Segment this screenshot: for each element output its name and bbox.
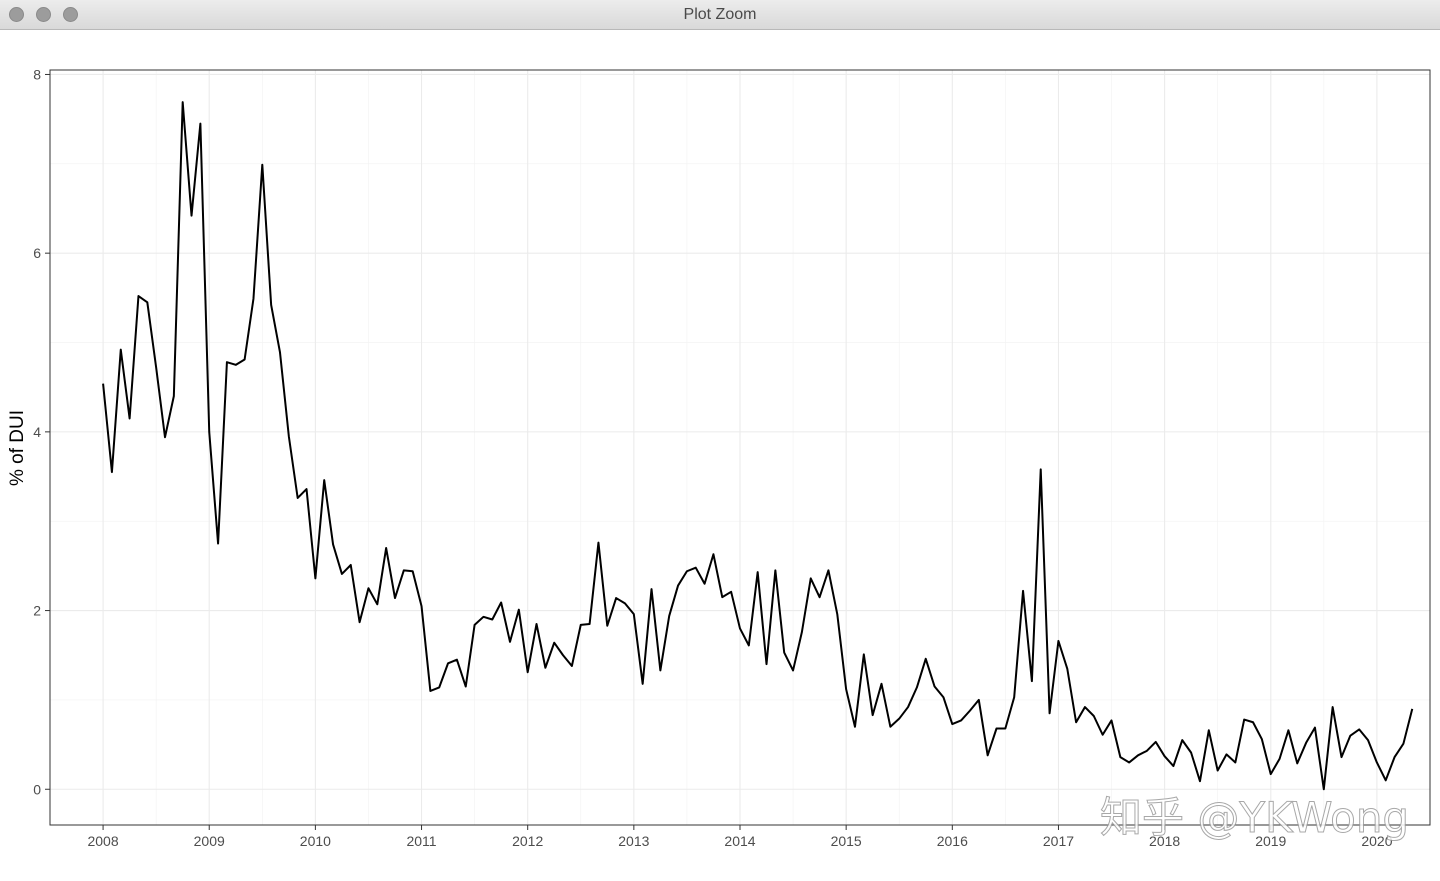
- grid-lines: [50, 70, 1430, 825]
- x-tick-label: 2016: [937, 833, 968, 849]
- series-layer: [102, 101, 1414, 791]
- y-tick-label: 2: [33, 603, 41, 619]
- x-tick-label: 2010: [300, 833, 331, 849]
- x-tick-label: 2008: [87, 833, 118, 849]
- axis-ticks: 2008 2009 2010 2011 2012 2013 2014 2015 2016 2017…: [33, 66, 1393, 849]
- x-tick-label: 2009: [194, 833, 225, 849]
- x-tick-label: 2012: [512, 833, 543, 849]
- x-tick-label: 2014: [724, 833, 755, 849]
- watermark-text: 知乎 @YKWong: [1100, 793, 1409, 842]
- y-axis-label: % of DUI: [7, 410, 28, 486]
- y-tick-label: 4: [33, 424, 41, 440]
- x-tick-label: 2017: [1043, 833, 1074, 849]
- plot-zoom-window: Plot Zoom 2008 2009 2010 2011 2012 2013 2014 20…: [0, 0, 1440, 881]
- series-line: [102, 101, 1414, 791]
- x-tick-label: 2013: [618, 833, 649, 849]
- x-tick-label: 2015: [831, 833, 862, 849]
- line-chart: 2008 2009 2010 2011 2012 2013 2014 2015 2016 2017…: [7, 66, 1431, 849]
- y-tick-label: 8: [33, 66, 41, 82]
- x-tick-label: 2011: [406, 833, 436, 849]
- y-tick-label: 0: [33, 781, 41, 797]
- y-tick-label: 6: [33, 245, 41, 261]
